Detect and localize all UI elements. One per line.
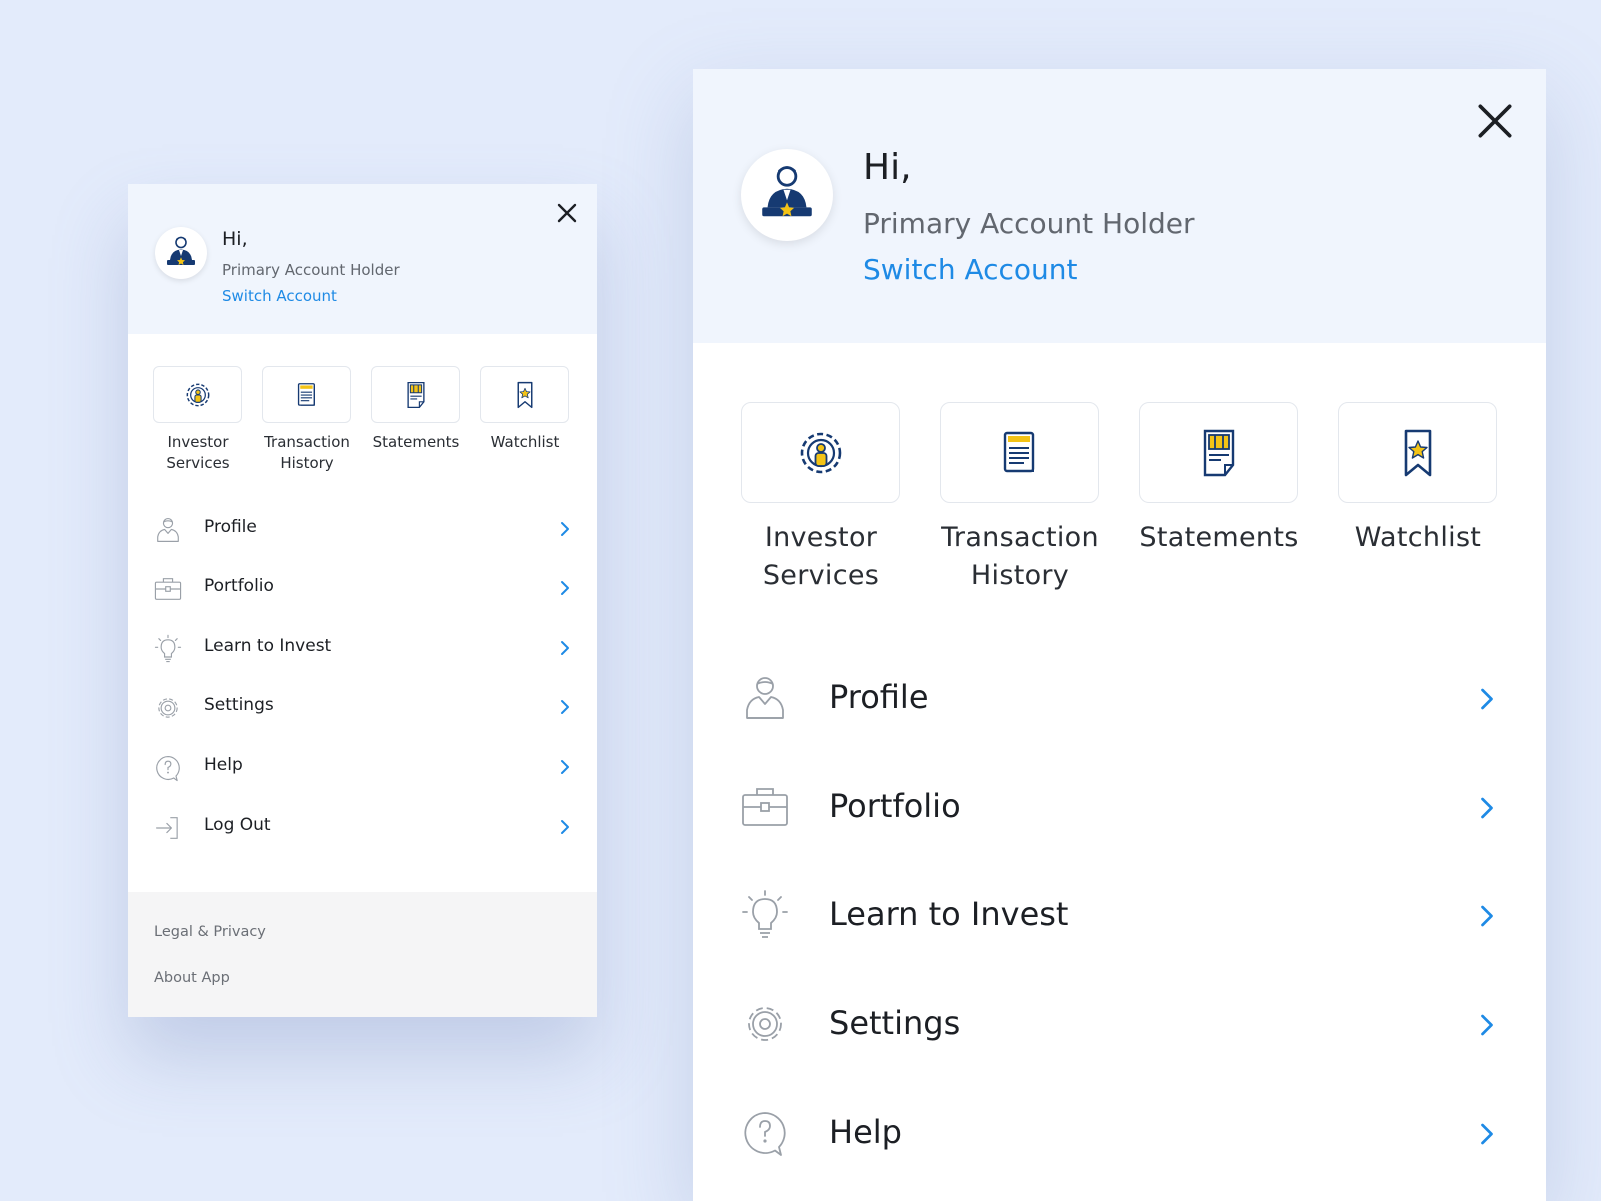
watchlist-icon xyxy=(517,381,532,408)
menu-item-label: Settings xyxy=(204,695,274,715)
transaction-history-button[interactable] xyxy=(940,402,1099,503)
quick-action-label: Statements xyxy=(1139,522,1299,553)
menu-item-label: Portfolio xyxy=(829,787,961,825)
statements-icon xyxy=(1203,429,1234,476)
account-role: Primary Account Holder xyxy=(222,261,400,279)
logout-icon xyxy=(152,812,184,844)
user-avatar-icon xyxy=(167,236,195,265)
menu-item-profile[interactable]: Profile xyxy=(128,506,597,552)
help-icon xyxy=(152,752,184,784)
menu-item-profile[interactable]: Profile xyxy=(693,658,1546,738)
menu-item-label: Profile xyxy=(204,517,257,537)
chevron-right-icon xyxy=(1478,686,1496,712)
menu-item-label: Help xyxy=(829,1113,902,1151)
chevron-right-icon xyxy=(1478,1121,1496,1147)
investor-services-button[interactable] xyxy=(741,402,900,503)
chevron-right-icon xyxy=(559,580,571,596)
chevron-right-icon xyxy=(559,640,571,656)
statements-button[interactable] xyxy=(371,366,460,423)
quick-action-label: Watchlist xyxy=(1354,522,1482,553)
investor-services-icon xyxy=(186,383,209,406)
menu-item-learn-to-invest[interactable]: Learn to Invest xyxy=(693,875,1546,955)
avatar[interactable] xyxy=(155,227,207,279)
switch-account-link[interactable]: Switch Account xyxy=(222,287,337,305)
chevron-right-icon xyxy=(559,819,571,835)
drawer-footer: Legal & Privacy About App xyxy=(128,892,597,1017)
quick-action-label: Investor Services xyxy=(762,522,880,591)
menu-item-label: Portfolio xyxy=(204,576,274,596)
quick-action-label: Transaction History xyxy=(264,433,350,472)
menu-item-help[interactable]: Help xyxy=(128,744,597,790)
watchlist-icon xyxy=(1404,429,1431,476)
account-header: Hi, Primary Account Holder Switch Accoun… xyxy=(128,184,597,334)
investor-services-icon xyxy=(800,432,841,473)
quick-action-label: Watchlist xyxy=(490,433,560,451)
chevron-right-icon xyxy=(559,521,571,537)
menu-item-log-out[interactable]: Log Out xyxy=(128,804,597,850)
chevron-right-icon xyxy=(559,699,571,715)
chevron-right-icon xyxy=(559,759,571,775)
account-header: Hi, Primary Account Holder Switch Accoun… xyxy=(693,69,1546,343)
chevron-right-icon xyxy=(1478,795,1496,821)
portfolio-icon xyxy=(152,573,184,605)
greeting-text: Hi, xyxy=(863,147,912,188)
about-app-link[interactable]: About App xyxy=(154,970,230,986)
menu-item-settings[interactable]: Settings xyxy=(128,684,597,730)
menu-item-portfolio[interactable]: Portfolio xyxy=(693,767,1546,847)
watchlist-button[interactable] xyxy=(480,366,569,423)
menu-item-learn-to-invest[interactable]: Learn to Invest xyxy=(128,625,597,671)
avatar[interactable] xyxy=(741,149,833,241)
profile-icon xyxy=(737,670,793,726)
lightbulb-icon xyxy=(152,633,184,665)
transaction-history-button[interactable] xyxy=(262,366,351,423)
close-icon xyxy=(557,203,577,223)
statements-button[interactable] xyxy=(1139,402,1298,503)
legal-privacy-link[interactable]: Legal & Privacy xyxy=(154,924,266,940)
menu-item-label: Profile xyxy=(829,678,929,716)
gear-icon xyxy=(737,996,793,1052)
quick-action-label: Statements xyxy=(372,433,460,451)
profile-icon xyxy=(152,514,184,546)
menu-item-label: Learn to Invest xyxy=(829,895,1069,933)
close-icon xyxy=(1478,104,1512,138)
lightbulb-icon xyxy=(737,887,793,943)
user-avatar-icon xyxy=(762,166,812,217)
help-icon xyxy=(737,1105,793,1161)
close-button[interactable] xyxy=(555,201,579,225)
menu-item-label: Learn to Invest xyxy=(204,636,332,656)
menu-item-portfolio[interactable]: Portfolio xyxy=(128,565,597,611)
portfolio-icon xyxy=(737,779,793,835)
transaction-history-icon xyxy=(297,382,315,406)
switch-account-link[interactable]: Switch Account xyxy=(863,253,1078,286)
quick-action-label: Investor Services xyxy=(166,433,230,472)
quick-action-label: Transaction History xyxy=(941,522,1099,591)
chevron-right-icon xyxy=(1478,1012,1496,1038)
investor-services-button[interactable] xyxy=(153,366,242,423)
gear-icon xyxy=(152,692,184,724)
greeting-text: Hi, xyxy=(222,228,248,250)
menu-item-label: Settings xyxy=(829,1004,961,1042)
account-role: Primary Account Holder xyxy=(863,207,1195,240)
transaction-history-icon xyxy=(1003,431,1034,472)
watchlist-button[interactable] xyxy=(1338,402,1497,503)
menu-item-settings[interactable]: Settings xyxy=(693,984,1546,1064)
menu-item-help[interactable]: Help xyxy=(693,1093,1546,1173)
menu-drawer-compact: Hi, Primary Account Holder Switch Accoun… xyxy=(128,184,597,1017)
menu-drawer-expanded: Hi, Primary Account Holder Switch Accoun… xyxy=(693,69,1546,1201)
close-button[interactable] xyxy=(1473,99,1517,143)
menu-item-label: Log Out xyxy=(204,815,271,835)
menu-item-label: Help xyxy=(204,755,243,775)
chevron-right-icon xyxy=(1478,903,1496,929)
statements-icon xyxy=(406,381,425,408)
